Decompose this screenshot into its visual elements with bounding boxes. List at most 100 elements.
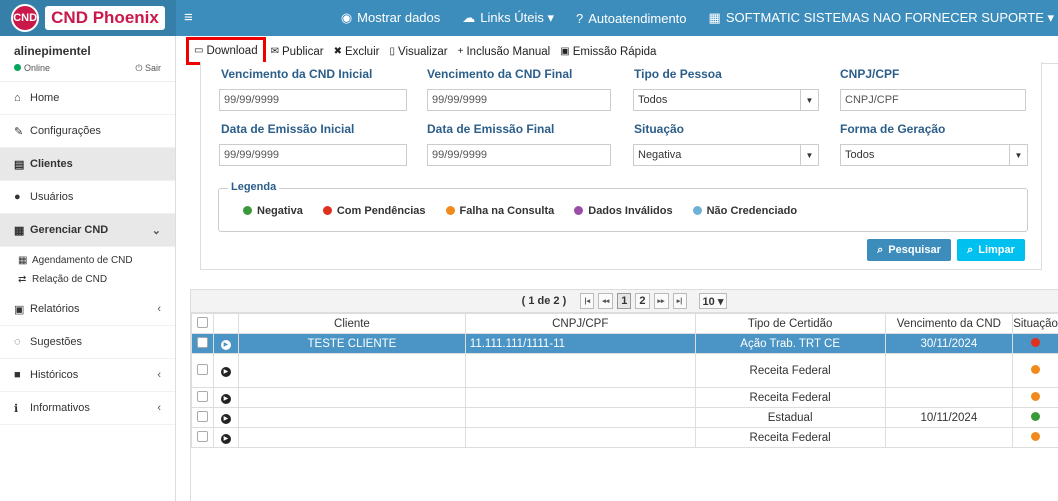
page-2-button[interactable]: 2 [635,293,650,309]
col-cnpj[interactable]: CNPJ/CPF [464,313,696,334]
sidebar-item-usuarios[interactable]: ● Usuários [0,181,175,214]
sidebar-item-clientes[interactable]: ▤ Clientes [0,148,175,181]
cell-situacao [1012,333,1058,354]
cell-cnpj [464,407,696,428]
sidebar-item-gerenciar-cnd[interactable]: ▦ Gerenciar CND ⌄ [0,214,175,247]
app-logo[interactable]: CND CND Phoenix [0,0,176,36]
cell-situacao [1012,387,1058,408]
table-row[interactable]: ▶ Receita Federal [191,427,1058,448]
emissao-rapida-button[interactable]: ▣ Emissão Rápida [555,41,661,63]
legend-label: Com Pendências [336,205,426,217]
topnav-useful-links[interactable]: ☁ Links Úteis ▾ [462,10,554,26]
legend-label: Falha na Consulta [459,205,555,217]
pesquisar-button[interactable]: ⌕ Pesquisar [867,239,951,261]
row-checkbox[interactable] [196,410,208,422]
sidebar-item-home[interactable]: ⌂ Home [0,82,175,115]
download-button[interactable]: ▭ Download [186,36,266,65]
table-row[interactable]: ▶ TESTE CLIENTE 11.111.111/1111-11 Ação Tra… [191,333,1058,354]
cell-situacao [1012,407,1058,428]
edit-icon: ▣ [560,46,570,57]
topnav-company-label: SOFTMATIC SISTEMAS NAO FORNECER SUPORTE … [725,10,1054,25]
sidebar-subitem-agendamento[interactable]: ▦ Agendamento de CND [0,251,175,270]
sidebar-item-historicos[interactable]: ■ Históricos ‹ [0,359,175,392]
venc-final-input[interactable]: 99/99/9999 [427,89,611,111]
sidebar-item-label: Usuários [30,191,74,203]
tipo-pessoa-value: Todos [638,94,668,106]
next-page-button[interactable]: ▸▸ [653,293,669,309]
sidebar-item-configuracoes[interactable]: ✎ Configurações [0,115,175,148]
status-badge-icon [1031,431,1041,441]
situacao-label: Situação [634,122,685,136]
sidebar-item-label: Home [30,92,60,104]
tipo-pessoa-select[interactable]: Todos ▼ [633,89,819,111]
cell-situacao [1012,427,1058,448]
cell-cliente [238,353,466,388]
table-row[interactable]: ▶ Receita Federal [191,387,1058,408]
venc-inicial-input[interactable]: 99/99/9999 [219,89,407,111]
row-expand-cell[interactable]: ▶ [212,407,240,428]
row-expand-cell[interactable]: ▶ [212,387,240,408]
logout-link[interactable]: ⏻ Sair [135,63,161,74]
emissao-final-input[interactable]: 99/99/9999 [427,144,611,166]
select-all-header[interactable] [191,313,214,334]
chevron-left-icon: ‹ [157,369,161,381]
cell-vencimento [884,427,1014,448]
cnpj-input[interactable]: CNPJ/CPF [840,89,1026,111]
col-vencimento[interactable]: Vencimento da CND [884,313,1014,334]
row-checkbox-cell[interactable] [191,407,214,428]
page-1-button[interactable]: 1 [617,293,632,309]
row-checkbox[interactable] [196,430,208,442]
col-situacao[interactable]: Situação [1012,313,1058,334]
download-label: Download [206,44,258,57]
sidebar-item-sugestoes[interactable]: ◌ Sugestões [0,326,175,359]
plus-icon: + [457,46,464,57]
publicar-button[interactable]: ✉ Publicar [266,41,329,63]
col-tipo[interactable]: Tipo de Certidão [694,313,886,334]
emissao-inicial-input[interactable]: 99/99/9999 [219,144,407,166]
menu-toggle-icon[interactable]: ≡ [184,9,193,26]
rows-per-page-select[interactable]: 10 ▾ [698,293,728,309]
inclusao-manual-button[interactable]: + Inclusão Manual [453,41,556,63]
sidebar-item-label: Relatórios [30,303,80,315]
row-expand-cell[interactable]: ▶ [212,353,240,388]
prev-page-button[interactable]: ◂◂ [598,293,614,309]
sidebar-item-label: Informativos [30,402,90,414]
row-checkbox[interactable] [196,363,208,375]
row-expand-cell[interactable]: ▶ [212,333,240,354]
expand-row-icon[interactable]: ▶ [220,414,231,424]
row-checkbox[interactable] [196,336,208,348]
visualizar-button[interactable]: ▯ Visualizar [384,41,452,63]
row-checkbox-cell[interactable] [191,333,214,354]
sidebar-subitem-relacao[interactable]: ⇄ Relação de CND [0,270,175,289]
expand-row-icon[interactable]: ▶ [220,340,231,350]
row-checkbox[interactable] [196,390,208,402]
limpar-button[interactable]: ⌕ Limpar [957,239,1025,261]
topnav-company[interactable]: ▦ SOFTMATIC SISTEMAS NAO FORNECER SUPORTE… [709,10,1054,26]
last-page-button[interactable]: ▸| [672,293,687,309]
sidebar-item-relatorios[interactable]: ▣ Relatórios ‹ [0,293,175,326]
table-row[interactable]: ▶ Estadual 10/11/2024 [191,407,1058,428]
row-checkbox-cell[interactable] [191,353,214,388]
row-expand-cell[interactable]: ▶ [212,427,240,448]
table-row[interactable]: ▶ Receita Federal [191,353,1058,388]
row-checkbox-cell[interactable] [191,387,214,408]
expand-row-icon[interactable]: ▶ [220,394,231,404]
first-page-button[interactable]: |◂ [580,293,595,309]
logo-badge: CND [11,4,40,32]
limpar-label: Limpar [978,244,1015,256]
filter-panel: Vencimento da CND Inicial Vencimento da … [200,62,1042,270]
cell-vencimento: 30/11/2024 [884,333,1014,354]
excluir-button[interactable]: ✖ Excluir [329,41,385,63]
expand-row-icon[interactable]: ▶ [220,367,231,377]
status-dot-icon [445,206,455,215]
geracao-select[interactable]: Todos ▼ [840,144,1028,166]
select-all-checkbox[interactable] [196,316,208,328]
sidebar-item-informativos[interactable]: ℹ Informativos ‹ [0,392,175,425]
row-checkbox-cell[interactable] [191,427,214,448]
expand-row-icon[interactable]: ▶ [220,434,231,444]
topnav-show-data[interactable]: ◉ Mostrar dados [341,10,440,26]
col-cliente[interactable]: Cliente [238,313,466,334]
situacao-select[interactable]: Negativa ▼ [633,144,819,166]
trash-icon: ✖ [333,46,342,57]
topnav-self-service[interactable]: ? Autoatendimento [576,11,687,26]
